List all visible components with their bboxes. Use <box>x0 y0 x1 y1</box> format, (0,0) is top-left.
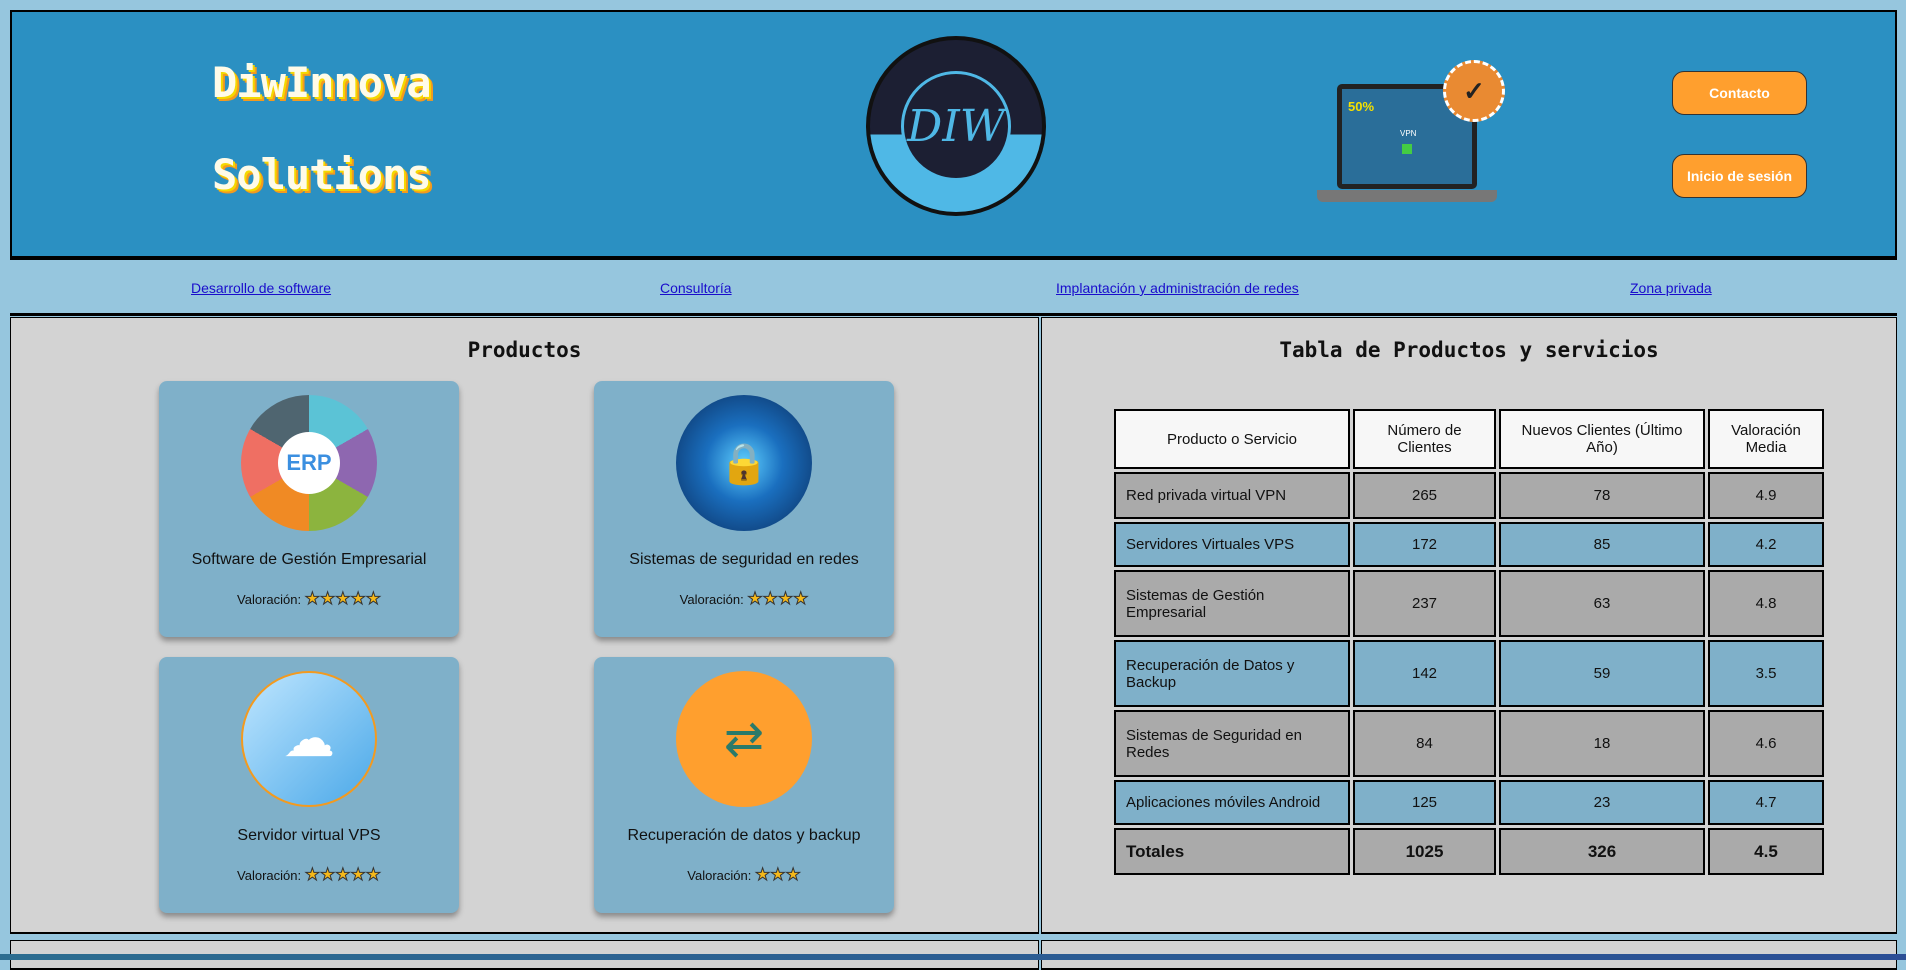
cell: Aplicaciones móviles Android <box>1114 780 1350 825</box>
nav-link-consulting[interactable]: Consultoría <box>660 280 732 296</box>
table-header-row: Producto o Servicio Número de Clientes N… <box>1114 409 1824 469</box>
product-rating: Valoración: ★★★★★ <box>159 589 459 609</box>
site-header: DiwInnova Solutions DIW 50% VPN ✓ Contac… <box>10 10 1897 260</box>
cell: Servidores Virtuales VPS <box>1114 522 1350 567</box>
cell: 78 <box>1499 472 1705 519</box>
erp-image: ERP <box>241 395 377 531</box>
cell: Totales <box>1114 828 1350 875</box>
product-rating: Valoración: ★★★ <box>594 865 894 885</box>
lock-icon <box>1402 144 1412 154</box>
star-icon: ★★★ <box>754 865 801 885</box>
cell: 59 <box>1499 640 1705 707</box>
cell: 4.2 <box>1708 522 1824 567</box>
cell: Sistemas de Seguridad en Redes <box>1114 710 1350 777</box>
table-row: Aplicaciones móviles Android 125 23 4.7 <box>1114 780 1824 825</box>
product-rating: Valoración: ★★★★★ <box>159 865 459 885</box>
rating-label: Valoración: <box>237 868 302 883</box>
cell: 4.7 <box>1708 780 1824 825</box>
main-nav: Desarrollo de software Consultoría Impla… <box>10 262 1897 316</box>
company-logo: DIW <box>866 36 1046 216</box>
cell: 23 <box>1499 780 1705 825</box>
product-card-security[interactable]: 🔒 Sistemas de seguridad en redes Valorac… <box>594 381 894 637</box>
products-title: Productos <box>467 338 582 362</box>
cell: 85 <box>1499 522 1705 567</box>
table-row: Red privada virtual VPN 265 78 4.9 <box>1114 472 1824 519</box>
cloud-server-image: ☁ <box>241 671 377 807</box>
table-title: Tabla de Productos y servicios <box>1279 338 1659 362</box>
cell: 18 <box>1499 710 1705 777</box>
nav-link-software[interactable]: Desarrollo de software <box>191 280 331 296</box>
rating-label: Valoración: <box>679 592 744 607</box>
cell: 4.8 <box>1708 570 1824 637</box>
col-header: Producto o Servicio <box>1114 409 1350 469</box>
table-row: Sistemas de Gestión Empresarial 237 63 4.8 <box>1114 570 1824 637</box>
product-name: Servidor virtual VPS <box>237 827 381 844</box>
taskbar <box>0 954 1906 960</box>
product-card-erp[interactable]: ERP Software de Gestión Empresarial Valo… <box>159 381 459 637</box>
product-name: Software de Gestión Empresarial <box>191 551 427 568</box>
products-panel: Productos ERP Software de Gestión Empres… <box>10 317 1039 934</box>
cell: 4.9 <box>1708 472 1824 519</box>
cell: 1025 <box>1353 828 1496 875</box>
cell: 142 <box>1353 640 1496 707</box>
star-icon: ★★★★ <box>747 589 809 609</box>
cell: 4.6 <box>1708 710 1824 777</box>
login-button[interactable]: Inicio de sesión <box>1672 154 1807 198</box>
cell: 172 <box>1353 522 1496 567</box>
table-row: Sistemas de Seguridad en Redes 84 18 4.6 <box>1114 710 1824 777</box>
cell: 84 <box>1353 710 1496 777</box>
backup-sync-image: ⇄ <box>676 671 812 807</box>
cell: Recuperación de Datos y Backup <box>1114 640 1350 707</box>
cell: Red privada virtual VPN <box>1114 472 1350 519</box>
star-icon: ★★★★★ <box>304 865 381 885</box>
product-card-vps[interactable]: ☁ Servidor virtual VPS Valoración: ★★★★★ <box>159 657 459 913</box>
logo-text: DIW <box>907 100 1005 152</box>
product-name: Sistemas de seguridad en redes <box>629 551 859 568</box>
col-header: Número de Clientes <box>1353 409 1496 469</box>
cell: 125 <box>1353 780 1496 825</box>
brand-line-2: Solutions <box>212 150 432 199</box>
cell: 4.5 <box>1708 828 1824 875</box>
cell: 237 <box>1353 570 1496 637</box>
col-header: Valoración Media <box>1708 409 1824 469</box>
cell: 265 <box>1353 472 1496 519</box>
featured-badge-icon: ✓ <box>1443 60 1505 122</box>
product-rating: Valoración: ★★★★ <box>594 589 894 609</box>
cell: 63 <box>1499 570 1705 637</box>
contact-button[interactable]: Contacto <box>1672 71 1807 115</box>
cell: 326 <box>1499 828 1705 875</box>
table-row: Servidores Virtuales VPS 172 85 4.2 <box>1114 522 1824 567</box>
security-lock-image: 🔒 <box>676 395 812 531</box>
products-table: Producto o Servicio Número de Clientes N… <box>1111 406 1827 878</box>
vpn-label: VPN <box>1400 129 1417 138</box>
product-card-backup[interactable]: ⇄ Recuperación de datos y backup Valorac… <box>594 657 894 913</box>
nav-link-networks[interactable]: Implantación y administración de redes <box>1056 280 1299 296</box>
col-header: Nuevos Clientes (Último Año) <box>1499 409 1705 469</box>
table-totals-row: Totales 1025 326 4.5 <box>1114 828 1824 875</box>
rating-label: Valoración: <box>687 868 752 883</box>
rating-label: Valoración: <box>237 592 302 607</box>
cell: 3.5 <box>1708 640 1824 707</box>
nav-link-private-zone[interactable]: Zona privada <box>1630 280 1712 296</box>
table-row: Recuperación de Datos y Backup 142 59 3.5 <box>1114 640 1824 707</box>
vpn-laptop-image: 50% VPN ✓ <box>1317 60 1505 210</box>
star-icon: ★★★★★ <box>304 589 381 609</box>
cell: Sistemas de Gestión Empresarial <box>1114 570 1350 637</box>
product-name: Recuperación de datos y backup <box>627 827 861 844</box>
promo-text: 50% <box>1348 99 1375 114</box>
brand-line-1: DiwInnova <box>212 58 432 107</box>
